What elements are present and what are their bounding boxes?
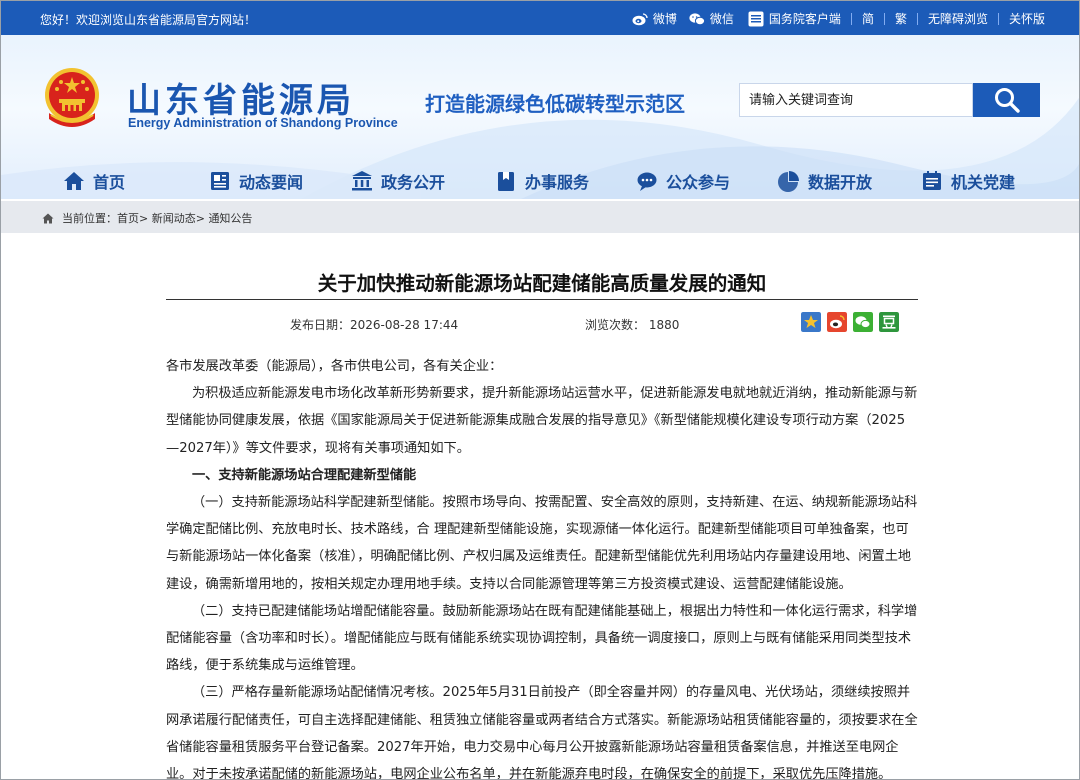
service-icon — [498, 172, 514, 191]
divider — [883, 12, 885, 25]
breadcrumb-news[interactable]: 新闻动态 — [152, 210, 196, 226]
weibo-link[interactable]: 微博 — [632, 10, 677, 27]
wechat-link[interactable]: 微信 — [689, 10, 734, 27]
national-emblem-icon — [45, 68, 99, 127]
nav-item-news[interactable]: 动态要闻 — [209, 169, 303, 193]
news-icon — [211, 172, 229, 190]
nav-item-government[interactable]: 政务公开 — [351, 169, 445, 193]
share-bar — [801, 312, 905, 332]
publish-date: 发布日期：2026-08-28 17:44 — [290, 318, 459, 332]
government-icon — [352, 171, 372, 191]
weibo-label: 微博 — [652, 12, 677, 26]
traditional-link[interactable]: 繁 — [895, 10, 907, 27]
slogan: 打造能源绿色低碳转型示范区 — [425, 92, 685, 116]
title-divider — [166, 299, 918, 300]
view-count: 浏览次数： 1880 — [585, 318, 680, 332]
article-title: 关于加快推动新能源场站配建储能高质量发展的通知 — [317, 272, 767, 295]
elder-mode-link[interactable]: 关怀版 — [1009, 10, 1045, 27]
page-frame: 您好！欢迎浏览山东省能源局官方网站！ 微博 微信 国务院客户端 简 繁 无障碍浏… — [0, 0, 1080, 780]
search-box — [739, 83, 973, 117]
party-icon — [923, 171, 941, 190]
nav-label: 动态要闻 — [239, 173, 304, 192]
nav-label: 公众参与 — [666, 173, 731, 192]
gov-app-icon — [748, 11, 764, 26]
nav-item-participation[interactable]: 公众参与 — [636, 169, 730, 193]
gov-app-label: 国务院客户端 — [768, 12, 841, 26]
breadcrumb-prefix: 当前位置： — [62, 212, 117, 225]
divider — [997, 12, 999, 25]
share-favorite-icon[interactable] — [801, 312, 821, 332]
breadcrumb-bar: 当前位置： 首页 > 新闻动态 > 通知公告 — [1, 201, 1079, 233]
search-icon — [994, 88, 1020, 113]
site-subtitle: Energy Administration of Shandong Provin… — [128, 116, 398, 130]
main-nav: 首页 动态要闻 政务公开 办事服务 公众参与 数据开放 机关党建 — [1, 161, 1079, 201]
simplified-link[interactable]: 简 — [862, 10, 874, 27]
breadcrumb-home[interactable]: 首页 — [117, 210, 139, 226]
breadcrumb: 当前位置： 首页 > 新闻动态 > 通知公告 — [42, 210, 252, 226]
top-bar: 您好！欢迎浏览山东省能源局官方网站！ 微博 微信 国务院客户端 简 繁 无障碍浏… — [1, 1, 1079, 35]
welcome-text: 您好！欢迎浏览山东省能源局官方网站！ — [40, 13, 257, 27]
chat-icon — [637, 172, 657, 191]
section-heading: 一、支持新能源场站合理配建新型储能 — [192, 467, 417, 483]
gov-app-link[interactable]: 国务院客户端 — [748, 10, 841, 27]
nav-label: 数据开放 — [808, 173, 873, 192]
share-weibo-icon[interactable] — [827, 312, 847, 332]
salutation: 各市发展改革委（能源局），各市供电公司，各有关企业： — [166, 359, 503, 374]
breadcrumb-sep: > — [195, 211, 205, 225]
clause-paragraph: （一）支持新能源场站科学配建新型储能。按照市场导向、按需配置、安全高效的原则，支… — [166, 495, 918, 592]
top-links: 微博 微信 国务院客户端 简 繁 无障碍浏览 关怀版 — [620, 10, 1045, 27]
nav-item-data[interactable]: 数据开放 — [778, 169, 872, 193]
breadcrumb-notices[interactable]: 通知公告 — [208, 210, 252, 226]
wechat-icon — [689, 12, 705, 25]
clause-paragraph: （三）严格存量新能源场站配储情况考核。2025年5月31日前投产（即全容量并网）… — [166, 685, 918, 780]
home-icon — [64, 172, 84, 190]
site-title: 山东省能源局 — [127, 81, 355, 121]
breadcrumb-sep: > — [139, 211, 149, 225]
share-wechat-icon[interactable] — [853, 312, 873, 332]
wechat-label: 微信 — [709, 12, 734, 26]
nav-label: 政务公开 — [381, 173, 446, 192]
nav-item-home[interactable]: 首页 — [63, 169, 125, 193]
search-input[interactable] — [740, 84, 972, 116]
nav-label: 办事服务 — [525, 173, 590, 192]
nav-item-party[interactable]: 机关党建 — [921, 169, 1015, 193]
article-body: 各市发展改革委（能源局），各市供电公司，各有关企业： 为积极适应新能源发电市场化… — [166, 353, 918, 780]
nav-label: 首页 — [93, 173, 126, 192]
clause-paragraph: （二）支持已配建储能场站增配储能容量。鼓励新能源场站在既有配建储能基础上，根据出… — [166, 603, 918, 674]
home-icon — [42, 213, 54, 223]
intro-paragraph: 为积极适应新能源发电市场化改革新形势新要求，提升新能源场站运营水平，促进新能源发… — [166, 386, 918, 456]
data-icon — [778, 171, 799, 192]
accessibility-link[interactable]: 无障碍浏览 — [928, 10, 988, 27]
divider — [916, 12, 918, 25]
share-douban-icon[interactable] — [879, 312, 899, 332]
divider — [850, 12, 852, 25]
search-button[interactable] — [973, 83, 1040, 117]
nav-label: 机关党建 — [951, 173, 1016, 192]
weibo-icon — [632, 12, 648, 25]
nav-item-service[interactable]: 办事服务 — [495, 169, 589, 193]
